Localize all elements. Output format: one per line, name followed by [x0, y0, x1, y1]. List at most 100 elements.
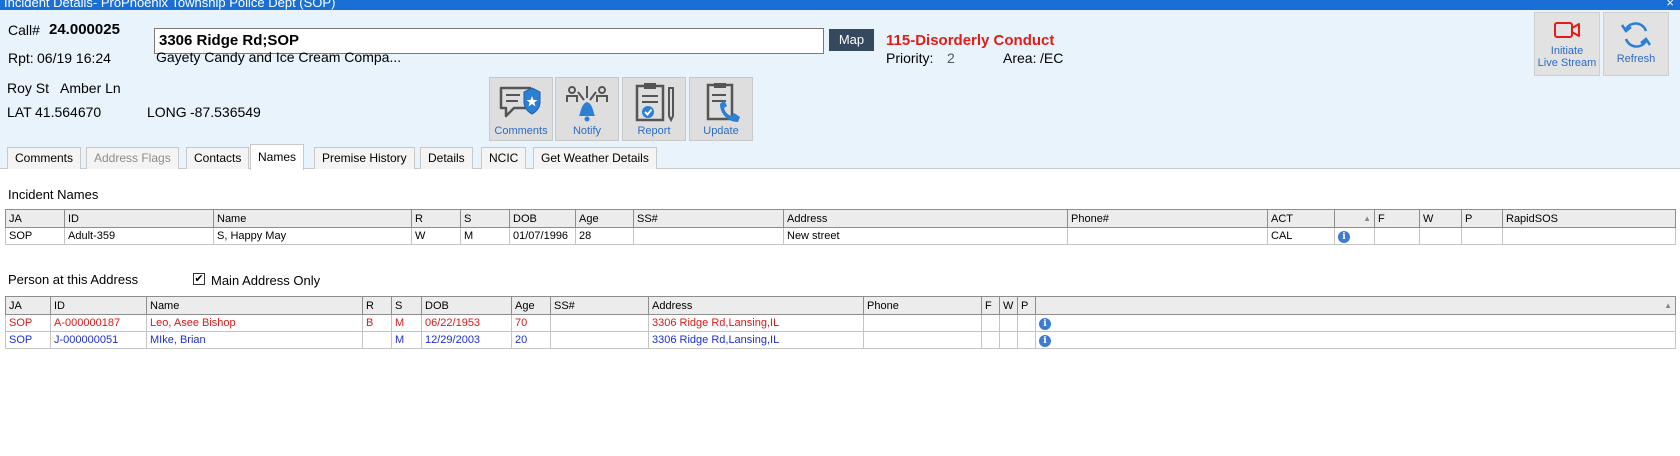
- window-title-bar: Incident Details- ProPhoenix Township Po…: [0, 0, 1680, 10]
- tab-names[interactable]: Names: [250, 144, 305, 170]
- table-row[interactable]: SOP Adult-359 S, Happy May W M 01/07/199…: [5, 227, 1676, 245]
- info-icon[interactable]: i: [1338, 230, 1350, 243]
- info-icon[interactable]: i: [1039, 334, 1051, 347]
- incident-names-table: JA ID Name R S DOB Age SS# Address Phone…: [5, 209, 1676, 245]
- incident-nature: 115-Disorderly Conduct: [886, 32, 1055, 49]
- update-label: Update: [703, 125, 739, 137]
- cell-ja: SOP: [5, 314, 51, 332]
- column-header-id[interactable]: ID: [50, 296, 147, 315]
- column-header-address[interactable]: Address: [783, 209, 1068, 228]
- live-stream-label-2: Live Stream: [1537, 57, 1597, 69]
- cell-w: [999, 331, 1018, 349]
- cell-f: [1374, 227, 1420, 245]
- close-icon[interactable]: ×: [1666, 0, 1674, 10]
- main-address-only-checkbox[interactable]: ✔: [193, 273, 205, 285]
- cell-phone: [863, 331, 982, 349]
- cell-name: Leo, Asee Bishop: [146, 314, 363, 332]
- tab-premise-history[interactable]: Premise History: [314, 147, 415, 169]
- column-header-sex[interactable]: S: [391, 296, 422, 315]
- sort-indicator-icon[interactable]: ▲: [1035, 296, 1676, 315]
- tab-contacts[interactable]: Contacts: [186, 147, 250, 169]
- column-header-dob[interactable]: DOB: [509, 209, 576, 228]
- location-panel: Roy St Amber Ln LAT 41.564670 LONG -87.5…: [0, 76, 1680, 144]
- column-header-phone[interactable]: Phone#: [1067, 209, 1268, 228]
- column-header-name[interactable]: Name: [213, 209, 412, 228]
- main-address-only-label: Main Address Only: [211, 273, 321, 288]
- tab-ncic[interactable]: NCIC: [481, 147, 527, 169]
- cell-age: 20: [511, 331, 551, 349]
- column-header-age[interactable]: Age: [575, 209, 634, 228]
- tab-get-weather-details[interactable]: Get Weather Details: [533, 147, 657, 169]
- column-header-w[interactable]: W: [999, 296, 1018, 315]
- comments-label: Comments: [494, 125, 548, 137]
- window-title: Incident Details- ProPhoenix Township Po…: [4, 0, 336, 10]
- column-header-act[interactable]: ACT: [1267, 209, 1335, 228]
- column-header-address[interactable]: Address: [648, 296, 864, 315]
- notify-button[interactable]: Notify: [555, 77, 619, 141]
- cell-dob: 06/22/1953: [421, 314, 512, 332]
- tab-comments[interactable]: Comments: [7, 147, 82, 169]
- notify-icon: [566, 86, 608, 122]
- cell-sex: M: [391, 331, 422, 349]
- column-header-name[interactable]: Name: [146, 296, 363, 315]
- sort-indicator-icon[interactable]: ▲: [1334, 209, 1375, 228]
- cell-address: 3306 Ridge Rd,Lansing,IL: [648, 331, 864, 349]
- column-header-f[interactable]: F: [981, 296, 1000, 315]
- tab-details[interactable]: Details: [420, 147, 473, 169]
- info-icon[interactable]: i: [1039, 317, 1051, 330]
- cell-info: i: [1035, 314, 1676, 332]
- column-header-id[interactable]: ID: [64, 209, 214, 228]
- initiate-live-stream-button[interactable]: Initiate Live Stream: [1534, 12, 1600, 76]
- cell-f: [981, 314, 1000, 332]
- cell-w: [999, 314, 1018, 332]
- column-header-ja[interactable]: JA: [5, 209, 65, 228]
- report-label: Report: [637, 125, 671, 137]
- report-button[interactable]: Report: [622, 77, 686, 141]
- update-button[interactable]: Update: [689, 77, 753, 141]
- table-row[interactable]: SOP J-000000051 MIke, Brian M 12/29/2003…: [5, 331, 1676, 349]
- column-header-rapidsos[interactable]: RapidSOS: [1502, 209, 1676, 228]
- call-number: 24.000025: [49, 21, 120, 38]
- incident-names-title: Incident Names: [8, 187, 99, 202]
- comments-button[interactable]: Comments: [489, 77, 553, 141]
- column-header-ssn[interactable]: SS#: [550, 296, 649, 315]
- column-header-sex[interactable]: S: [460, 209, 510, 228]
- cell-info: i: [1035, 331, 1676, 349]
- cell-act: CAL: [1267, 227, 1335, 245]
- cell-sex: M: [391, 314, 422, 332]
- cell-race: B: [362, 314, 392, 332]
- call-label: Call#: [8, 22, 40, 38]
- map-button[interactable]: Map: [829, 29, 874, 51]
- cell-phone: [863, 314, 982, 332]
- video-camera-icon: [1554, 22, 1580, 38]
- table-row[interactable]: SOP A-000000187 Leo, Asee Bishop B M 06/…: [5, 314, 1676, 332]
- cell-phone: [1067, 227, 1268, 245]
- report-icon: [635, 83, 674, 123]
- cell-ja: SOP: [5, 331, 51, 349]
- column-header-race[interactable]: R: [362, 296, 392, 315]
- cell-dob: 12/29/2003: [421, 331, 512, 349]
- lat-label: LAT: [7, 104, 32, 120]
- column-header-ssn[interactable]: SS#: [633, 209, 784, 228]
- refresh-button[interactable]: Refresh: [1603, 12, 1669, 76]
- cell-id: Adult-359: [64, 227, 214, 245]
- cell-race: W: [411, 227, 461, 245]
- cell-address: 3306 Ridge Rd,Lansing,IL: [648, 314, 864, 332]
- cross-street-1: Roy St: [7, 80, 50, 96]
- column-header-p[interactable]: P: [1461, 209, 1503, 228]
- column-header-age[interactable]: Age: [511, 296, 551, 315]
- cross-street-2: Amber Ln: [60, 80, 121, 96]
- column-header-phone[interactable]: Phone: [863, 296, 982, 315]
- column-header-ja[interactable]: JA: [5, 296, 51, 315]
- business-name: Gayety Candy and Ice Cream Compa...: [156, 49, 402, 65]
- cell-ssn: [633, 227, 784, 245]
- column-header-dob[interactable]: DOB: [421, 296, 512, 315]
- persons-header-row: JA ID Name R S DOB Age SS# Address Phone…: [5, 296, 1676, 315]
- column-header-race[interactable]: R: [411, 209, 461, 228]
- persons-title: Person at this Address: [8, 272, 139, 287]
- column-header-f[interactable]: F: [1374, 209, 1420, 228]
- column-header-p[interactable]: P: [1017, 296, 1036, 315]
- area-value: /EC: [1040, 50, 1064, 66]
- column-header-w[interactable]: W: [1419, 209, 1462, 228]
- tab-address-flags[interactable]: Address Flags: [86, 147, 179, 169]
